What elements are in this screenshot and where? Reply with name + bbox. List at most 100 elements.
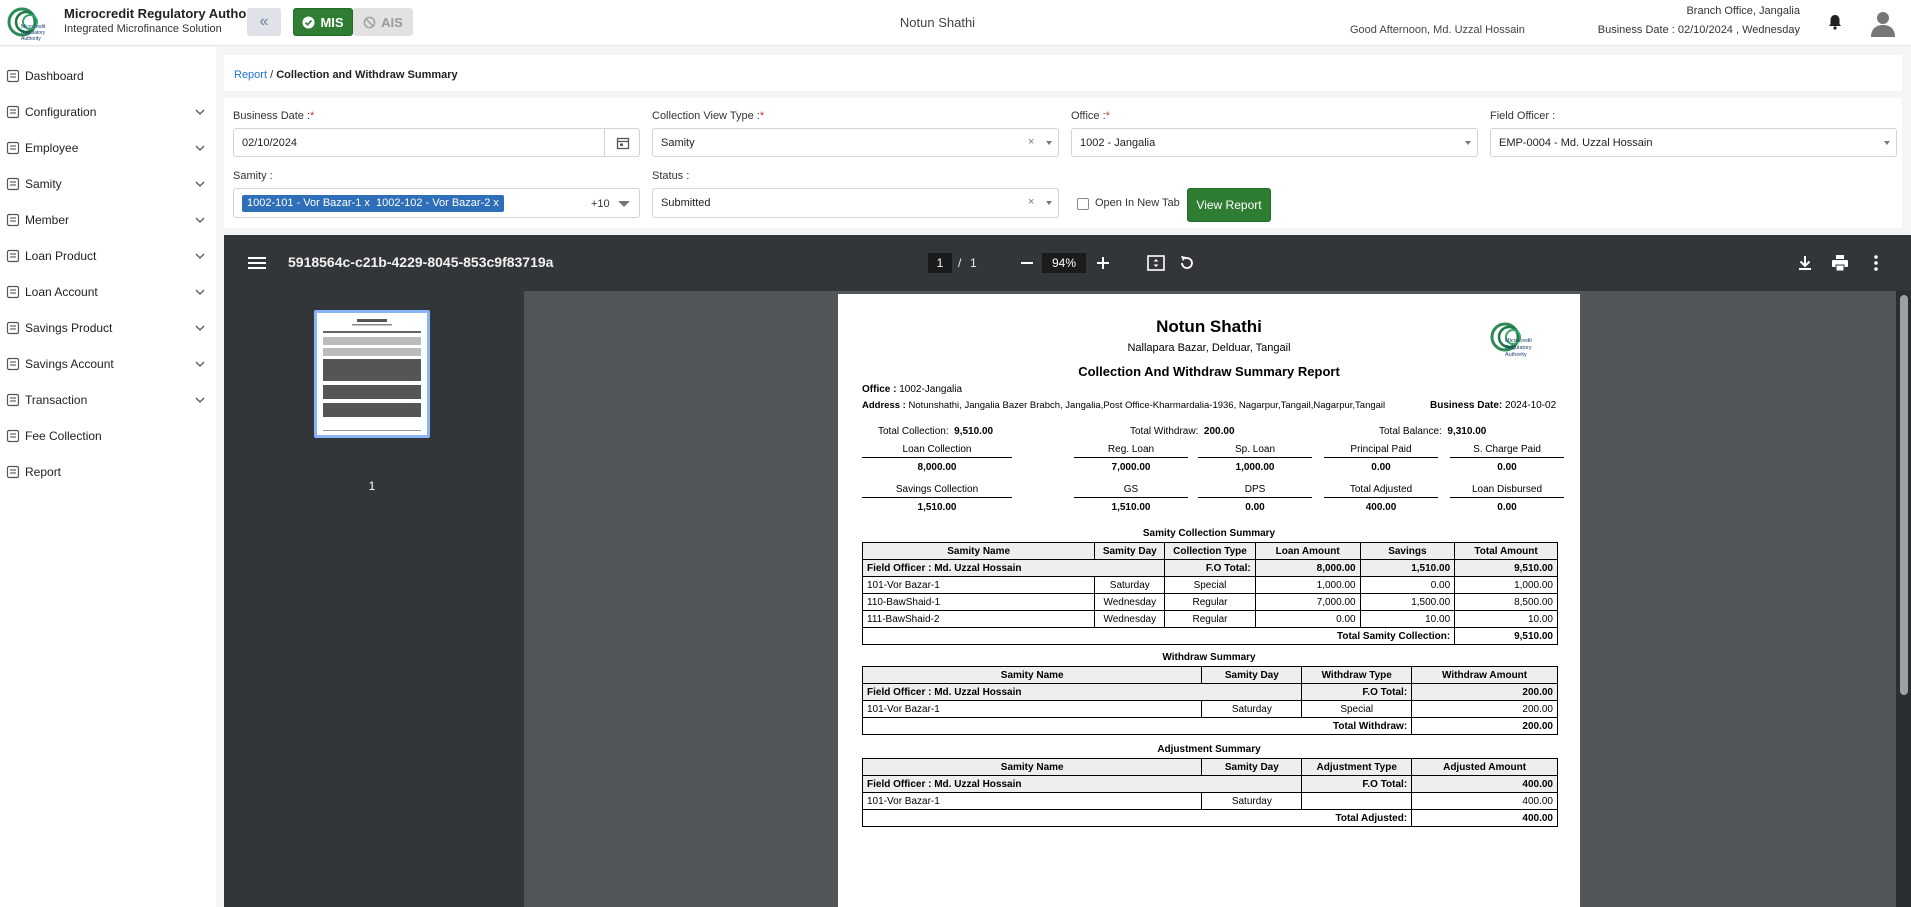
samity-chip[interactable]: 1002-101 - Vor Bazar-1 x bbox=[242, 195, 375, 212]
fit-to-page-icon[interactable] bbox=[1146, 253, 1166, 273]
sidebar-item-report[interactable]: Report bbox=[0, 457, 216, 487]
metric-label: DPS bbox=[1198, 484, 1312, 498]
collection-view-type-select[interactable]: Samity × bbox=[652, 128, 1059, 157]
samity-more-count[interactable]: +10 bbox=[591, 198, 610, 210]
sidebar-item-member[interactable]: Member bbox=[0, 205, 216, 235]
metric-label: Total Adjusted bbox=[1324, 484, 1438, 498]
logo-text: Regulatory bbox=[1505, 345, 1532, 351]
download-icon[interactable] bbox=[1795, 253, 1815, 273]
fo-total-row: Field Officer : Md. Uzzal Hossain F.O Tot… bbox=[861, 559, 1558, 577]
bell-icon[interactable] bbox=[1826, 13, 1844, 31]
mis-toggle-button[interactable]: MIS bbox=[293, 8, 353, 36]
business-date-label: Business Date :* bbox=[233, 110, 315, 122]
viewer-scroll-thumb[interactable] bbox=[1900, 295, 1908, 695]
chevron-down-icon[interactable] bbox=[194, 358, 206, 370]
metric-value: 0.00 bbox=[1371, 462, 1391, 473]
caret-down-icon[interactable] bbox=[1046, 201, 1052, 205]
field-officer-select[interactable]: EMP-0004 - Md. Uzzal Hossain bbox=[1490, 128, 1897, 157]
sidebar-item-fee-collection[interactable]: Fee Collection bbox=[0, 421, 216, 451]
chevron-down-icon[interactable] bbox=[194, 322, 206, 334]
chip-remove-icon[interactable]: x bbox=[493, 197, 499, 209]
mis-label: MIS bbox=[320, 14, 344, 30]
logo-text: Authority bbox=[1505, 352, 1527, 358]
table-header: Withdraw Amount bbox=[1411, 666, 1558, 684]
summary-metric: Principal Paid 0.00 bbox=[1324, 444, 1438, 473]
table-header: Savings bbox=[1359, 542, 1456, 560]
greeting-text: Good Afternoon, Md. Uzzal Hossain bbox=[1350, 24, 1525, 36]
chevron-down-icon[interactable] bbox=[194, 286, 206, 298]
caret-down-icon[interactable] bbox=[1465, 141, 1471, 145]
grand-total-row: Total Adjusted: 400.00 bbox=[861, 809, 1558, 827]
chevron-down-icon[interactable] bbox=[194, 250, 206, 262]
sidebar-item-employee[interactable]: Employee bbox=[0, 133, 216, 163]
samity-label: Samity : bbox=[233, 170, 273, 182]
table-cell: Saturday bbox=[1201, 700, 1303, 718]
table-cell: 400.00 bbox=[1411, 809, 1558, 827]
chevron-down-icon[interactable] bbox=[194, 394, 206, 406]
metric-value: 1,000.00 bbox=[1235, 462, 1275, 473]
table-cell: 200.00 bbox=[1411, 700, 1558, 718]
table-cell: 8,000.00 bbox=[1254, 559, 1361, 577]
caret-down-icon[interactable] bbox=[618, 201, 630, 207]
page-number-input[interactable]: 1 bbox=[928, 253, 952, 273]
calendar-icon[interactable] bbox=[616, 136, 630, 150]
chip-remove-icon[interactable]: x bbox=[364, 197, 370, 209]
table-cell: Total Samity Collection: bbox=[861, 627, 1456, 645]
more-vertical-icon[interactable] bbox=[1866, 253, 1886, 273]
clear-icon[interactable]: × bbox=[1028, 196, 1034, 208]
clear-icon[interactable]: × bbox=[1028, 136, 1034, 148]
view-report-button[interactable]: View Report bbox=[1187, 188, 1271, 222]
sidebar-item-samity[interactable]: Samity bbox=[0, 169, 216, 199]
hamburger-menu-icon[interactable] bbox=[248, 255, 266, 271]
ais-toggle-button[interactable]: AIS bbox=[353, 8, 413, 36]
brand-title: Microcredit Regulatory Authority bbox=[64, 6, 267, 21]
metric-value: 400.00 bbox=[1365, 502, 1397, 513]
zoom-in-icon[interactable] bbox=[1093, 253, 1113, 273]
chevron-down-icon[interactable] bbox=[194, 178, 206, 190]
user-avatar-icon[interactable] bbox=[1869, 9, 1897, 37]
page-thumbnail[interactable] bbox=[314, 310, 430, 438]
page-separator: / bbox=[958, 256, 962, 270]
table-header-row: Samity Name Samity Day Adjustment Type Adju… bbox=[861, 758, 1558, 776]
collapse-sidebar-button[interactable]: « bbox=[247, 8, 281, 36]
sidebar-item-loan-product[interactable]: Loan Product bbox=[0, 241, 216, 271]
check-circle-icon bbox=[302, 15, 315, 29]
sidebar-item-savings-product[interactable]: Savings Product bbox=[0, 313, 216, 343]
handshake-icon bbox=[6, 177, 20, 191]
samity-collection-title: Samity Collection Summary bbox=[1142, 528, 1276, 539]
report-org-address: Nallapara Bazar, Delduar, Tangail bbox=[1127, 342, 1291, 354]
open-in-new-tab-label[interactable]: Open In New Tab bbox=[1095, 197, 1180, 209]
caret-down-icon[interactable] bbox=[1046, 141, 1052, 145]
zoom-level-input[interactable]: 94% bbox=[1042, 253, 1086, 273]
sidebar-item-savings-account[interactable]: Savings Account bbox=[0, 349, 216, 379]
mra-logo[interactable]: Microcredit Regulatory Authority bbox=[6, 4, 58, 42]
sidebar-item-dashboard[interactable]: Dashboard bbox=[0, 61, 216, 91]
summary-metric: Loan Disbursed 0.00 bbox=[1450, 484, 1564, 513]
chevron-down-icon[interactable] bbox=[194, 214, 206, 226]
sidebar-item-transaction[interactable]: Transaction bbox=[0, 385, 216, 415]
chevron-down-icon[interactable] bbox=[194, 106, 206, 118]
sidebar: Dashboard Configuration Employee Samity Memb… bbox=[0, 47, 216, 907]
table-cell: Wednesday bbox=[1094, 610, 1166, 628]
breadcrumb-report-link[interactable]: Report bbox=[234, 69, 267, 81]
print-icon[interactable] bbox=[1830, 253, 1850, 273]
samity-collection-table: Samity Name Samity Day Collection Type Loan… bbox=[861, 542, 1558, 645]
metric-label: Sp. Loan bbox=[1198, 444, 1312, 458]
rotate-icon[interactable] bbox=[1177, 253, 1197, 273]
sidebar-item-configuration[interactable]: Configuration bbox=[0, 97, 216, 127]
metric-label: Loan Collection bbox=[862, 444, 1012, 458]
sidebar-item-loan-account[interactable]: Loan Account bbox=[0, 277, 216, 307]
transaction-icon bbox=[6, 393, 20, 407]
chevron-down-icon[interactable] bbox=[194, 142, 206, 154]
zoom-out-icon[interactable] bbox=[1017, 253, 1037, 273]
member-icon bbox=[6, 213, 20, 227]
samity-chip[interactable]: 1002-102 - Vor Bazar-2 x bbox=[371, 195, 504, 212]
open-in-new-tab-checkbox[interactable] bbox=[1077, 198, 1089, 210]
status-select[interactable]: Submitted × bbox=[652, 188, 1059, 218]
samity-multiselect[interactable]: 1002-101 - Vor Bazar-1 x 1002-102 - Vor … bbox=[233, 188, 640, 218]
business-date-input[interactable]: 02/10/2024 bbox=[233, 128, 640, 157]
caret-down-icon[interactable] bbox=[1884, 141, 1890, 145]
savings-product-icon bbox=[6, 321, 20, 335]
office-select[interactable]: 1002 - Jangalia bbox=[1071, 128, 1478, 157]
withdraw-summary-table: Samity Name Samity Day Withdraw Type Withdr… bbox=[861, 666, 1558, 735]
